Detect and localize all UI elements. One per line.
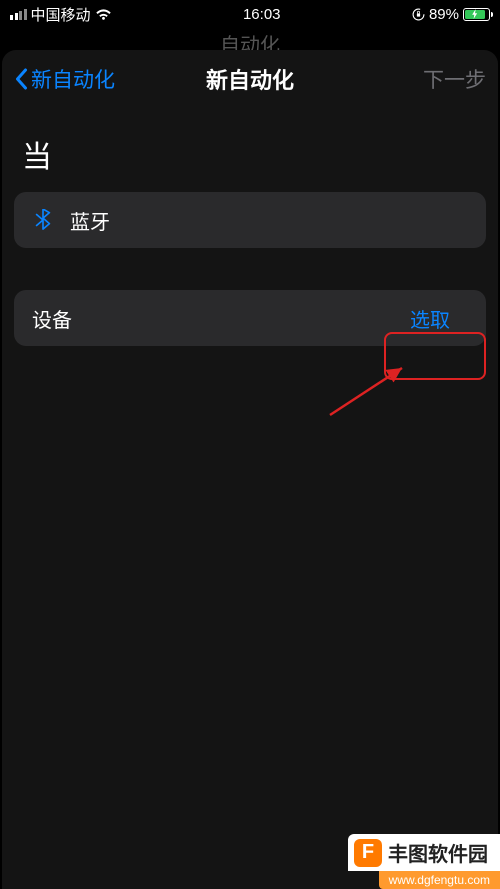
annotation-arrow [322,360,412,420]
next-button[interactable]: 下一步 [423,64,486,94]
watermark: F 丰图软件园 www.dgfengtu.com [348,834,500,889]
battery-icon [463,8,490,21]
background-sheet-title: 自动化 [0,28,500,48]
status-left: 中国移动 [10,4,112,25]
trigger-row[interactable]: 蓝牙 [14,192,486,248]
back-button[interactable]: 新自动化 [14,64,115,94]
device-label: 设备 [32,304,376,333]
orientation-lock-icon [412,8,425,21]
device-row: 设备 选取 [14,290,486,346]
watermark-url: www.dgfengtu.com [379,871,500,889]
nav-bar: 新自动化 新自动化 下一步 [14,50,486,108]
status-right: 89% [412,6,490,23]
battery-percent: 89% [429,6,459,23]
back-label: 新自动化 [31,64,115,94]
section-header-when: 当 [14,108,486,192]
modal-sheet: 新自动化 新自动化 下一步 当 蓝牙 设备 选取 [2,50,498,889]
signal-icon [10,9,27,20]
status-bar: 中国移动 16:03 89% [0,0,500,28]
wifi-icon [95,8,112,21]
bluetooth-icon [32,209,54,231]
watermark-brand-text: 丰图软件园 [388,838,488,867]
status-time: 16:03 [243,6,281,23]
watermark-brand: F 丰图软件园 [348,834,500,871]
select-button[interactable]: 选取 [392,296,468,341]
watermark-logo-icon: F [354,839,382,867]
carrier-name: 中国移动 [31,4,91,25]
chevron-left-icon [14,68,29,90]
trigger-label: 蓝牙 [70,206,468,235]
charging-icon [471,9,479,19]
